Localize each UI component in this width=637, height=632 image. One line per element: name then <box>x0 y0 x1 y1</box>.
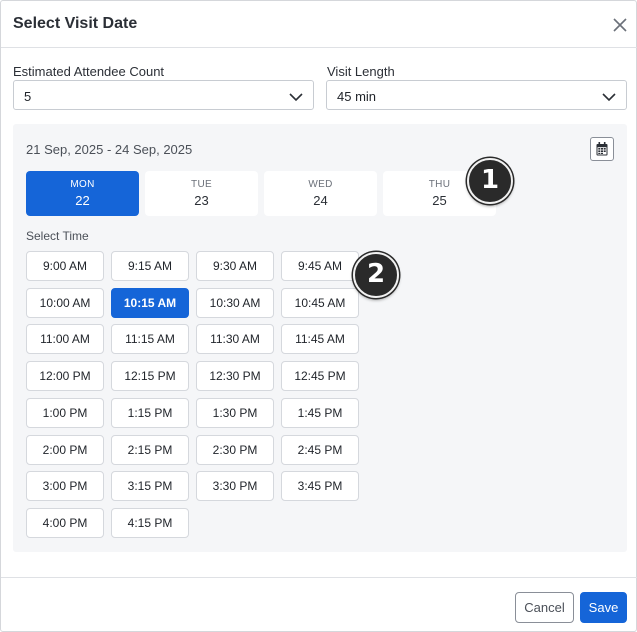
time-slot-button[interactable]: 1:15 PM <box>111 397 189 428</box>
time-slot-button[interactable]: 12:00 PM <box>26 361 104 392</box>
time-slot-button[interactable]: 3:00 PM <box>26 471 104 502</box>
dialog-title: Select Visit Date <box>13 15 138 32</box>
time-slot-button[interactable]: 1:30 PM <box>196 397 274 428</box>
day-mon[interactable]: MON 22 <box>26 171 139 216</box>
save-button[interactable]: Save <box>580 592 627 623</box>
day-date: 22 <box>75 193 90 208</box>
time-slot-button[interactable]: 2:45 PM <box>281 434 359 465</box>
time-slot-button[interactable]: 11:45 AM <box>281 324 359 355</box>
cancel-button[interactable]: Cancel <box>515 592 574 623</box>
time-slot-button[interactable]: 10:30 AM <box>196 287 274 318</box>
time-slot-button[interactable]: 10:00 AM <box>26 287 104 318</box>
calendar-button[interactable] <box>590 137 614 161</box>
dialog-header: Select Visit Date <box>1 1 637 48</box>
attendee-count-label: Estimated Attendee Count <box>13 64 165 79</box>
step-badge-2: 2 <box>353 252 399 298</box>
time-slot-button[interactable]: 9:00 AM <box>26 251 104 281</box>
select-visit-date-dialog: Select Visit Date Estimated Attendee Cou… <box>0 0 637 632</box>
time-slot-button[interactable]: 4:15 PM <box>111 507 189 538</box>
day-date: 23 <box>194 193 209 208</box>
visit-length-select[interactable]: 45 min <box>326 80 627 110</box>
calendar-icon <box>596 142 608 156</box>
time-slot-button[interactable]: 9:45 AM <box>281 251 359 281</box>
close-icon[interactable] <box>609 14 631 36</box>
time-slot-button[interactable]: 2:15 PM <box>111 434 189 465</box>
select-time-label: Select Time <box>26 229 89 243</box>
day-tue[interactable]: TUE 23 <box>145 171 258 216</box>
chevron-down-icon <box>602 90 616 102</box>
time-slot-button[interactable]: 11:00 AM <box>26 324 104 355</box>
time-slot-button[interactable]: 12:30 PM <box>196 361 274 392</box>
attendee-count-value: 5 <box>24 89 32 104</box>
visit-length-value: 45 min <box>337 89 377 104</box>
time-slot-button[interactable]: 9:30 AM <box>196 251 274 281</box>
time-slot-button[interactable]: 1:45 PM <box>281 397 359 428</box>
time-slot-button[interactable]: 3:15 PM <box>111 471 189 502</box>
time-slot-button[interactable]: 10:45 AM <box>281 287 359 318</box>
time-slot-button[interactable]: 11:15 AM <box>111 324 189 355</box>
time-slot-button[interactable]: 11:30 AM <box>196 324 274 355</box>
day-name: MON <box>70 179 95 190</box>
time-slot-button[interactable]: 3:45 PM <box>281 471 359 502</box>
day-date: 24 <box>313 193 328 208</box>
attendee-count-select[interactable]: 5 <box>13 80 314 110</box>
time-slot-button[interactable]: 3:30 PM <box>196 471 274 502</box>
step-badge-1: 1 <box>467 158 513 204</box>
time-slot-button[interactable]: 10:15 AM <box>111 287 189 318</box>
time-slot-button[interactable]: 12:45 PM <box>281 361 359 392</box>
time-slot-button[interactable]: 9:15 AM <box>111 251 189 281</box>
day-wed[interactable]: WED 24 <box>264 171 377 216</box>
date-range-text: 21 Sep, 2025 - 24 Sep, 2025 <box>26 142 193 157</box>
time-slot-button[interactable]: 1:00 PM <box>26 397 104 428</box>
chevron-down-icon <box>289 90 303 102</box>
time-slot-button[interactable]: 2:00 PM <box>26 434 104 465</box>
time-slot-button[interactable]: 4:00 PM <box>26 507 104 538</box>
time-slot-button[interactable]: 2:30 PM <box>196 434 274 465</box>
time-slot-button[interactable]: 12:15 PM <box>111 361 189 392</box>
day-name: TUE <box>191 179 212 190</box>
visit-length-label: Visit Length <box>327 64 395 79</box>
day-name: WED <box>308 179 333 190</box>
